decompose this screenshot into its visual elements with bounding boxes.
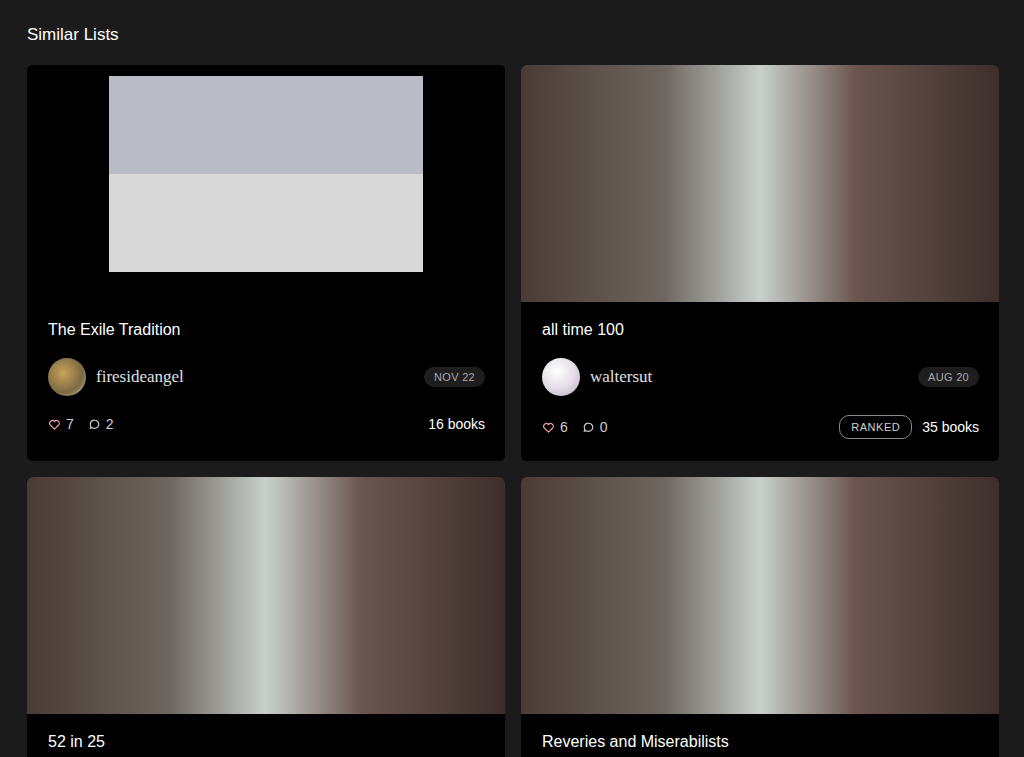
stats-row: 7 2 16 books	[48, 415, 485, 433]
comments[interactable]: 0	[582, 418, 608, 436]
date-badge: NOV 22	[424, 367, 485, 387]
list-card[interactable]: The Exile Tradition firesideangel NOV 22 7…	[27, 65, 505, 461]
list-title[interactable]: Reveries and Miserabilists	[542, 732, 979, 752]
comment-icon	[582, 421, 595, 434]
list-title[interactable]: 52 in 25	[48, 732, 485, 752]
comments[interactable]: 2	[88, 415, 114, 433]
heart-icon	[542, 421, 555, 434]
book-info: 16 books	[428, 415, 485, 433]
section-title: Similar Lists	[27, 24, 999, 46]
cover-frame	[109, 76, 423, 272]
stats-row: 6 0 RANKED 35 books	[542, 415, 979, 439]
stat-group: 7 2	[48, 415, 114, 433]
book-count: 16 books	[428, 415, 485, 433]
list-title[interactable]: The Exile Tradition	[48, 320, 485, 340]
stat-group: 6 0	[542, 418, 608, 436]
username[interactable]: firesideangel	[96, 367, 184, 387]
list-card[interactable]: Reveries and Miserabilists	[521, 477, 999, 757]
avatar[interactable]	[48, 358, 86, 396]
similar-lists-page: Similar Lists The Exile Tradition fireside…	[0, 0, 1024, 757]
user[interactable]: waltersut	[542, 358, 652, 396]
user[interactable]: firesideangel	[48, 358, 184, 396]
user-row: firesideangel NOV 22	[48, 358, 485, 396]
avatar[interactable]	[542, 358, 580, 396]
user-row: waltersut AUG 20	[542, 358, 979, 396]
likes[interactable]: 6	[542, 418, 568, 436]
date-badge: AUG 20	[918, 367, 979, 387]
ranked-badge: RANKED	[839, 415, 912, 439]
list-title[interactable]: all time 100	[542, 320, 979, 340]
card-body: all time 100 waltersut AUG 20 6 0 RANKED 35 …	[521, 302, 999, 461]
list-cover	[27, 65, 505, 302]
heart-icon	[48, 418, 61, 431]
list-card[interactable]: all time 100 waltersut AUG 20 6 0 RANKED 35 …	[521, 65, 999, 461]
list-grid: The Exile Tradition firesideangel NOV 22 7…	[27, 65, 999, 757]
list-cover	[521, 477, 999, 714]
likes[interactable]: 7	[48, 415, 74, 433]
list-cover	[521, 65, 999, 302]
list-cover	[27, 477, 505, 714]
comment-icon	[88, 418, 101, 431]
card-body: The Exile Tradition firesideangel NOV 22 7…	[27, 302, 505, 455]
username[interactable]: waltersut	[590, 367, 652, 387]
book-count: 35 books	[922, 418, 979, 436]
list-card[interactable]: 52 in 25	[27, 477, 505, 757]
card-body: 52 in 25	[27, 714, 505, 757]
card-body: Reveries and Miserabilists	[521, 714, 999, 757]
book-info: RANKED 35 books	[839, 415, 979, 439]
